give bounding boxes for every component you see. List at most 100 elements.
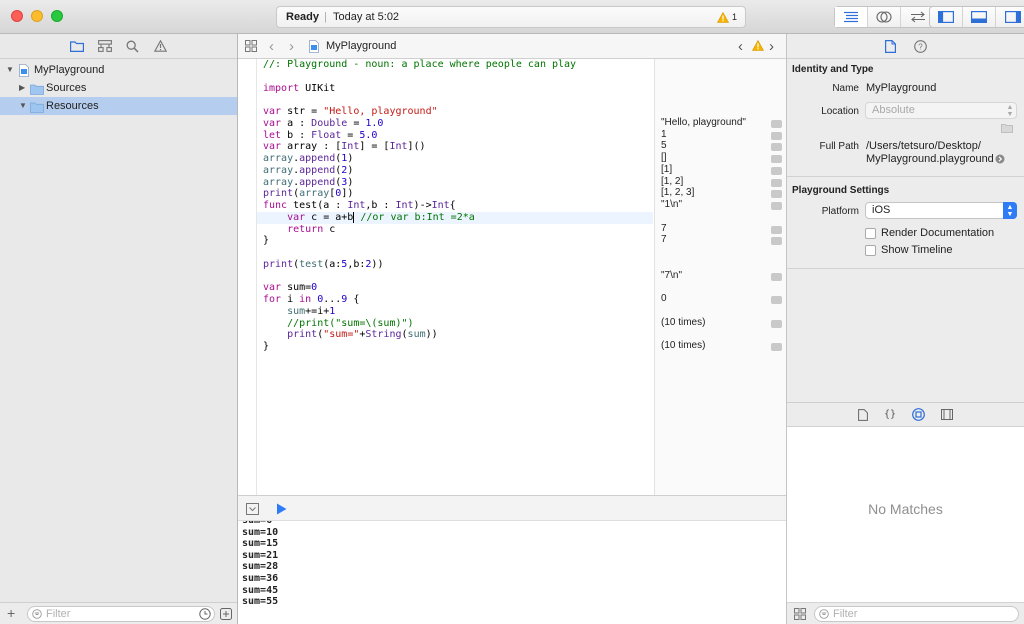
hierarchy-icon[interactable] [97, 39, 112, 53]
results-sidebar: "Hello, playground" 1 5[] [1] [1, 2] [1, 2, 3… [654, 59, 786, 495]
file-template-icon[interactable] [858, 408, 868, 421]
hide-debug-area-icon[interactable] [246, 503, 259, 515]
quick-look-icon[interactable] [771, 296, 782, 304]
next-issue-icon[interactable]: › [769, 34, 774, 59]
search-icon[interactable] [126, 39, 140, 53]
status-separator: | [324, 11, 327, 23]
checkbox-box[interactable] [865, 244, 876, 256]
show-timeline-label: Show Timeline [881, 244, 953, 256]
zoom-window-button[interactable] [51, 10, 63, 22]
navigator-tabs [0, 34, 237, 59]
result-value: "1\n" [661, 199, 683, 210]
jump-bar-file-name[interactable]: MyPlayground [326, 34, 396, 59]
minimize-window-button[interactable] [31, 10, 43, 22]
reveal-in-finder-icon[interactable] [995, 154, 1005, 164]
recent-files-icon[interactable] [199, 608, 211, 620]
console-output[interactable]: sum=6sum=10sum=15sum=21sum=28sum=36sum=4… [238, 521, 786, 624]
platform-popup[interactable]: iOS ▲ ▼ [865, 202, 1017, 219]
full-path-line2: MyPlayground.playground [866, 153, 994, 165]
toggle-navigator-button[interactable] [930, 7, 963, 27]
render-documentation-checkbox[interactable]: Render Documentation [865, 227, 994, 239]
playground-settings-title: Playground Settings [792, 185, 890, 196]
close-window-button[interactable] [11, 10, 23, 22]
name-label: Name [832, 83, 859, 94]
quick-look-icon[interactable] [771, 319, 782, 328]
file-inspector-icon[interactable] [884, 39, 896, 53]
library-pane: {} No Matches Filter [787, 402, 1024, 624]
warning-icon [716, 11, 729, 23]
quick-look-icon[interactable] [771, 343, 782, 351]
media-library-icon[interactable] [941, 409, 954, 420]
quick-look-icon[interactable] [771, 119, 782, 128]
quick-look-icon[interactable] [771, 190, 782, 199]
console-line: sum=45 [242, 584, 279, 596]
show-timeline-checkbox[interactable]: Show Timeline [865, 244, 953, 256]
standard-editor-button[interactable] [835, 7, 868, 27]
result-value: [1] [661, 163, 673, 175]
toggle-utilities-button[interactable] [996, 7, 1024, 27]
inspector-tabs: ? [787, 34, 1024, 59]
checkbox-box[interactable] [865, 227, 876, 239]
jump-bar: ‹ › MyPlayground ‹ › [238, 34, 786, 59]
quick-look-icon[interactable] [771, 225, 782, 234]
no-matches-text: No Matches [868, 501, 943, 517]
quick-look-icon[interactable] [771, 272, 782, 281]
folder-icon[interactable] [69, 39, 84, 53]
disclosure-open-icon[interactable]: ▼ [6, 61, 14, 79]
forward-arrow-icon[interactable]: › [289, 34, 294, 59]
view-toggle-control [929, 6, 1024, 28]
window-toolbar: Ready | Today at 5:02 1 [0, 0, 1024, 34]
disclosure-open-icon[interactable]: ▼ [19, 97, 27, 115]
quick-look-icon[interactable] [771, 166, 782, 175]
quick-look-icon[interactable] [771, 155, 782, 163]
grid-view-icon[interactable] [794, 608, 806, 620]
choose-folder-icon[interactable] [1001, 124, 1013, 133]
utilities-inspector: ? Identity and Type Name MyPlayground Lo… [786, 34, 1024, 624]
location-popup[interactable]: Absolute ▲ ▼ [865, 102, 1017, 119]
library-filter-bar: Filter [787, 602, 1024, 624]
code-snippet-icon[interactable]: {} [884, 409, 896, 420]
name-value[interactable]: MyPlayground [866, 82, 936, 94]
navigator-filter-input[interactable]: Filter [27, 606, 215, 622]
scm-status-icon[interactable] [220, 608, 232, 620]
related-items-icon[interactable] [245, 40, 257, 52]
disclosure-closed-icon[interactable]: ▶ [19, 79, 25, 97]
tree-item-sources[interactable]: ▶ Sources [0, 79, 237, 97]
quick-look-icon[interactable] [771, 143, 782, 152]
result-value: 7 [661, 234, 667, 246]
popup-arrows-icon: ▲ ▼ [1006, 103, 1014, 118]
code-text[interactable]: //: Playground - noun: a place where peo… [257, 59, 653, 353]
platform-value: iOS [872, 204, 891, 216]
assistant-editor-button[interactable] [868, 7, 901, 27]
quick-look-icon[interactable] [771, 178, 782, 187]
inspector-divider [787, 176, 1024, 177]
quick-look-icon[interactable] [771, 202, 782, 210]
console-line: sum=21 [242, 549, 279, 561]
quick-look-icon[interactable] [771, 237, 782, 246]
back-arrow-icon[interactable]: ‹ [269, 34, 274, 59]
run-playground-icon[interactable] [276, 503, 287, 515]
tree-item-resources[interactable]: ▼ Resources [0, 97, 237, 115]
source-editor[interactable]: //: Playground - noun: a place where peo… [238, 59, 786, 495]
warning-indicator[interactable]: 1 [716, 7, 737, 27]
previous-issue-icon[interactable]: ‹ [738, 34, 743, 59]
object-library-icon[interactable] [912, 408, 925, 421]
svg-text:?: ? [918, 42, 923, 51]
result-value: "Hello, playground" [661, 116, 746, 128]
result-value: (10 times) [661, 316, 706, 328]
sources-label: Sources [46, 82, 87, 94]
right-panel-icon [1004, 11, 1021, 23]
issue-warning-icon[interactable] [154, 39, 168, 53]
tree-item-project[interactable]: ▼ MyPlayground [0, 61, 237, 79]
left-panel-icon [938, 11, 954, 23]
warning-icon[interactable] [751, 39, 765, 51]
filter-placeholder: Filter [833, 608, 858, 620]
toggle-debug-area-button[interactable] [963, 7, 996, 27]
library-filter-input[interactable]: Filter [814, 606, 1019, 622]
add-icon[interactable]: + [7, 605, 15, 621]
console-line: sum=10 [242, 526, 279, 538]
quick-help-icon[interactable]: ? [913, 39, 927, 53]
quick-look-icon[interactable] [771, 131, 782, 140]
activity-viewer: Ready | Today at 5:02 1 [276, 6, 746, 28]
folder-icon [30, 101, 44, 119]
